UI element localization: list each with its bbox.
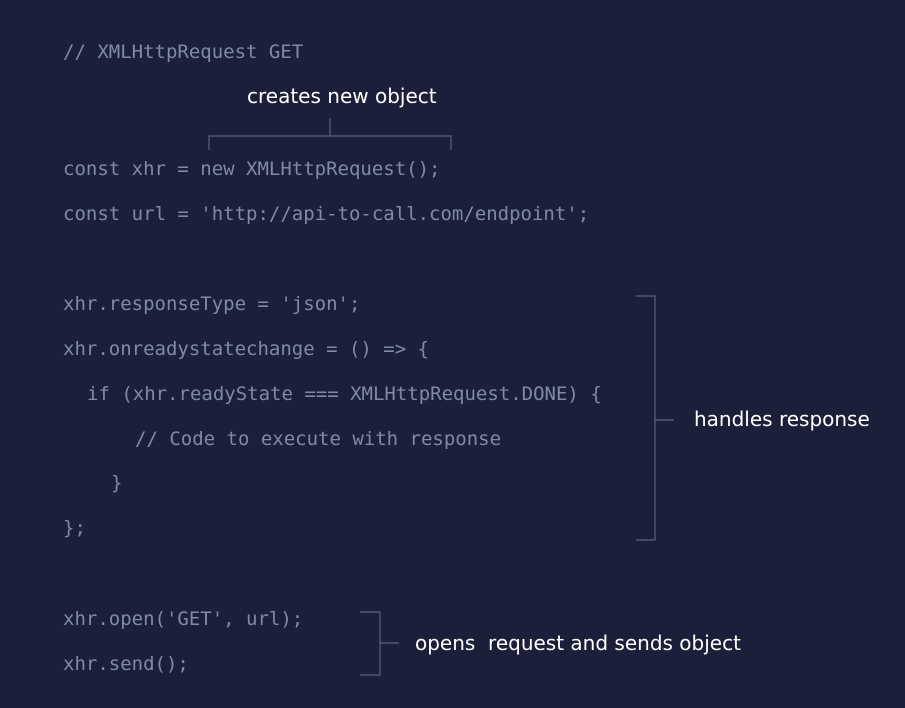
bracket-handles-response <box>636 295 674 541</box>
bracket-creates-new-object <box>208 118 452 150</box>
annotation-brackets <box>208 118 674 676</box>
bracket-opens-request <box>360 611 399 676</box>
